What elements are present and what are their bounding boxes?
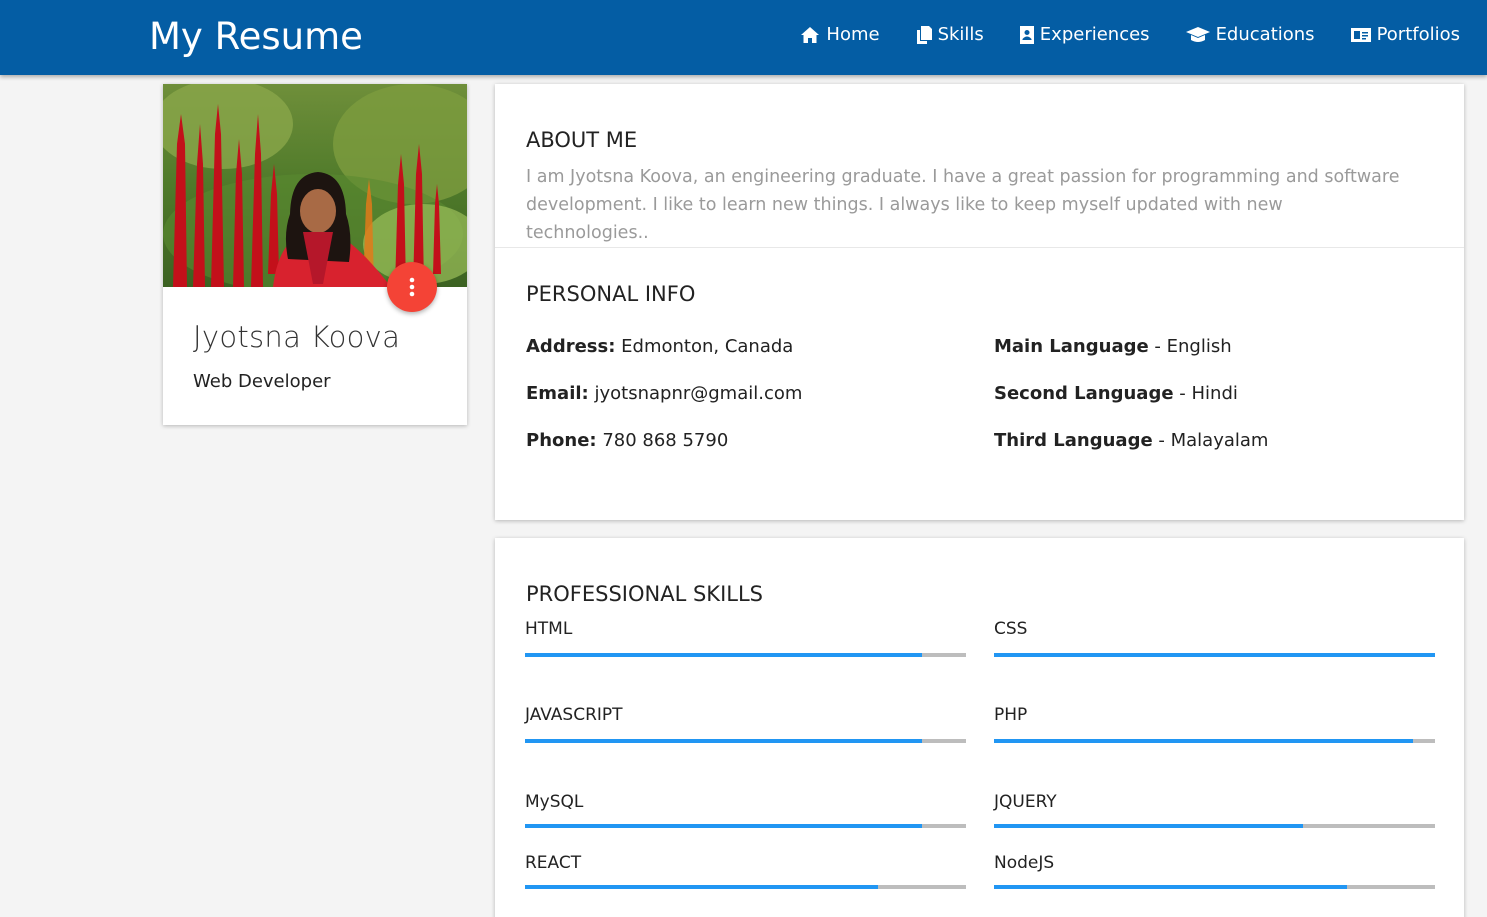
copy-icon (916, 26, 932, 44)
skill-progress-bar (994, 653, 1435, 657)
second-language-value: - Hindi (1179, 383, 1238, 404)
more-vertical-icon (409, 277, 415, 297)
email-row: Email: jyotsnapnr@gmail.com (526, 383, 802, 404)
skill-mysql: MySQL (525, 789, 966, 828)
profile-title: Web Developer (193, 371, 331, 392)
about-heading: ABOUT ME (526, 128, 638, 152)
second-language-row: Second Language - Hindi (994, 383, 1238, 404)
skill-progress-bar (994, 824, 1435, 828)
main-language-label: Main Language (994, 336, 1149, 357)
skill-progress-bar (525, 885, 966, 889)
more-options-button[interactable] (387, 262, 437, 312)
about-card: ABOUT ME I am Jyotsna Koova, an engineer… (495, 84, 1464, 520)
skill-html: HTML (525, 616, 966, 657)
skill-progress-fill (525, 824, 922, 828)
brand-title[interactable]: My Resume (149, 14, 363, 60)
skill-progress-bar (994, 739, 1435, 743)
nav-portfolios[interactable]: Portfolios (1350, 22, 1460, 48)
nav-skills-label: Skills (937, 24, 984, 45)
phone-row: Phone: 780 868 5790 (526, 430, 728, 451)
skill-jquery: JQUERY (994, 789, 1435, 828)
skill-label: CSS (994, 619, 1028, 639)
third-language-value: - Malayalam (1158, 430, 1269, 451)
skill-nodejs: NodeJS (994, 850, 1435, 889)
phone-label: Phone: (526, 430, 597, 451)
contact-card-icon (1019, 26, 1034, 44)
skill-progress-fill (994, 653, 1435, 657)
nav-experiences[interactable]: Experiences (1019, 22, 1150, 48)
second-language-label: Second Language (994, 383, 1174, 404)
skill-label: REACT (525, 853, 582, 873)
skill-php: PHP (994, 702, 1435, 743)
phone-value: 780 868 5790 (602, 430, 729, 451)
top-navbar: My Resume Home Skills Experiences Educat… (0, 0, 1487, 75)
skills-card: PROFESSIONAL SKILLS HTML CSS JAVASCRIPT … (495, 538, 1464, 917)
nav-portfolios-label: Portfolios (1376, 24, 1460, 45)
profile-card: Jyotsna Koova Web Developer (163, 84, 467, 425)
skill-css: CSS (994, 616, 1435, 657)
email-label: Email: (526, 383, 589, 404)
email-value[interactable]: jyotsnapnr@gmail.com (594, 383, 802, 404)
nav-skills[interactable]: Skills (916, 22, 984, 48)
skill-label: JQUERY (994, 792, 1057, 812)
skill-label: JAVASCRIPT (525, 705, 623, 725)
id-card-icon (1350, 28, 1371, 42)
graduation-cap-icon (1185, 27, 1210, 42)
section-divider (495, 247, 1464, 248)
skill-react: REACT (525, 850, 966, 889)
skill-label: NodeJS (994, 853, 1055, 873)
skill-label: PHP (994, 705, 1028, 725)
skill-progress-bar (525, 653, 966, 657)
skill-progress-fill (994, 739, 1413, 743)
skills-heading: PROFESSIONAL SKILLS (526, 582, 763, 606)
skill-progress-bar (994, 885, 1435, 889)
address-row: Address: Edmonton, Canada (526, 336, 793, 357)
skill-label: HTML (525, 619, 573, 639)
address-value: Edmonton, Canada (621, 336, 794, 357)
third-language-row: Third Language - Malayalam (994, 430, 1268, 451)
main-language-row: Main Language - English (994, 336, 1232, 357)
nav-home-label: Home (826, 24, 880, 45)
skill-progress-fill (525, 653, 922, 657)
address-label: Address: (526, 336, 616, 357)
skill-label: MySQL (525, 792, 584, 812)
personal-info-heading: PERSONAL INFO (526, 282, 696, 306)
skill-progress-fill (994, 824, 1303, 828)
home-icon (801, 27, 820, 43)
skill-progress-bar (525, 824, 966, 828)
nav-home[interactable]: Home (800, 22, 880, 48)
nav-educations-label: Educations (1215, 24, 1315, 45)
nav-links: Home Skills Experiences Educations Portf… (800, 22, 1460, 48)
skill-progress-fill (525, 739, 922, 743)
skill-javascript: JAVASCRIPT (525, 702, 966, 743)
profile-name: Jyotsna Koova (193, 320, 401, 354)
main-language-value: - English (1154, 336, 1232, 357)
skill-progress-bar (525, 739, 966, 743)
profile-photo (163, 84, 467, 287)
third-language-label: Third Language (994, 430, 1153, 451)
skill-progress-fill (525, 885, 878, 889)
nav-experiences-label: Experiences (1039, 24, 1150, 45)
nav-educations[interactable]: Educations (1185, 22, 1315, 48)
about-text: I am Jyotsna Koova, an engineering gradu… (526, 167, 1400, 243)
skill-progress-fill (994, 885, 1347, 889)
